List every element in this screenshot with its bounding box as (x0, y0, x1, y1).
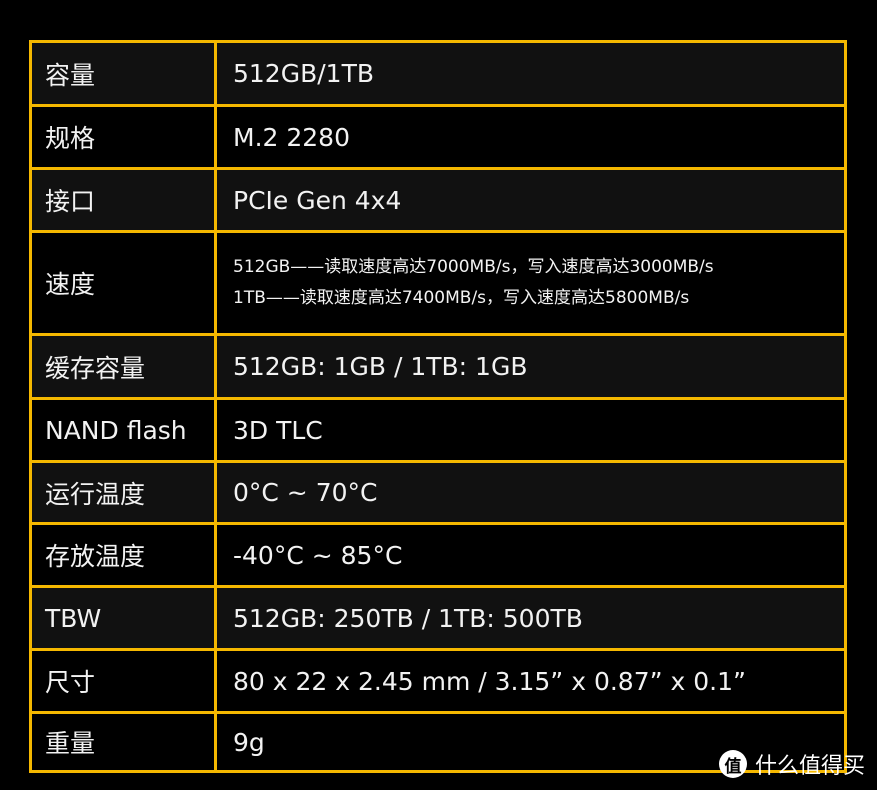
spec-label: NAND flash (32, 400, 217, 460)
watermark-text: 什么值得买 (754, 754, 865, 779)
spec-value: PCIe Gen 4x4 (233, 185, 402, 215)
spec-label: 尺寸 (32, 651, 217, 711)
spec-label: 容量 (32, 43, 217, 104)
speed-line-512gb: 512GB——读取速度高达7000MB/s，写入速度高达3000MB/s (233, 257, 714, 277)
spec-label: 规格 (32, 107, 217, 167)
spec-row-tbw: TBW 512GB: 250TB / 1TB: 500TB (32, 585, 844, 648)
smzdm-logo-icon: 值 (718, 750, 747, 778)
spec-label: 缓存容量 (32, 336, 217, 397)
spec-value: 512GB: 1GB / 1TB: 1GB (233, 352, 528, 381)
spec-label: TBW (32, 588, 217, 648)
spec-row-interface: 接口 PCIe Gen 4x4 (32, 167, 844, 230)
spec-label: 运行温度 (32, 463, 217, 522)
spec-value: 80 x 22 x 2.45 mm / 3.15” x 0.87” x 0.1” (233, 666, 746, 696)
spec-value: 512GB——读取速度高达7000MB/s，写入速度高达3000MB/s 1TB… (217, 233, 844, 333)
spec-value: 3D TLC (233, 415, 323, 445)
spec-row-dimensions: 尺寸 80 x 22 x 2.45 mm / 3.15” x 0.87” x 0… (32, 648, 844, 711)
spec-row-nand: NAND flash 3D TLC (32, 397, 844, 460)
spec-label: 接口 (32, 170, 217, 230)
spec-row-speed: 速度 512GB——读取速度高达7000MB/s，写入速度高达3000MB/s … (32, 230, 844, 333)
spec-row-cache: 缓存容量 512GB: 1GB / 1TB: 1GB (32, 333, 844, 397)
watermark: 值 什么值得买 (718, 748, 865, 780)
spec-value: 0°C ~ 70°C (233, 478, 378, 507)
spec-row-capacity: 容量 512GB/1TB (32, 43, 844, 104)
spec-row-operating-temp: 运行温度 0°C ~ 70°C (32, 460, 844, 522)
speed-line-1tb: 1TB——读取速度高达7400MB/s，写入速度高达5800MB/s (233, 288, 690, 308)
spec-value: 512GB: 250TB / 1TB: 500TB (233, 603, 583, 633)
spec-row-storage-temp: 存放温度 -40°C ~ 85°C (32, 522, 844, 585)
spec-value: M.2 2280 (233, 122, 350, 152)
spec-label: 重量 (32, 714, 217, 770)
spec-row-form-factor: 规格 M.2 2280 (32, 104, 844, 167)
spec-table: 容量 512GB/1TB 规格 M.2 2280 接口 PCIe Gen 4x4… (29, 40, 847, 773)
spec-value: -40°C ~ 85°C (233, 540, 403, 570)
spec-label: 速度 (32, 233, 217, 333)
spec-label: 存放温度 (32, 525, 217, 585)
spec-value: 512GB/1TB (233, 59, 374, 88)
